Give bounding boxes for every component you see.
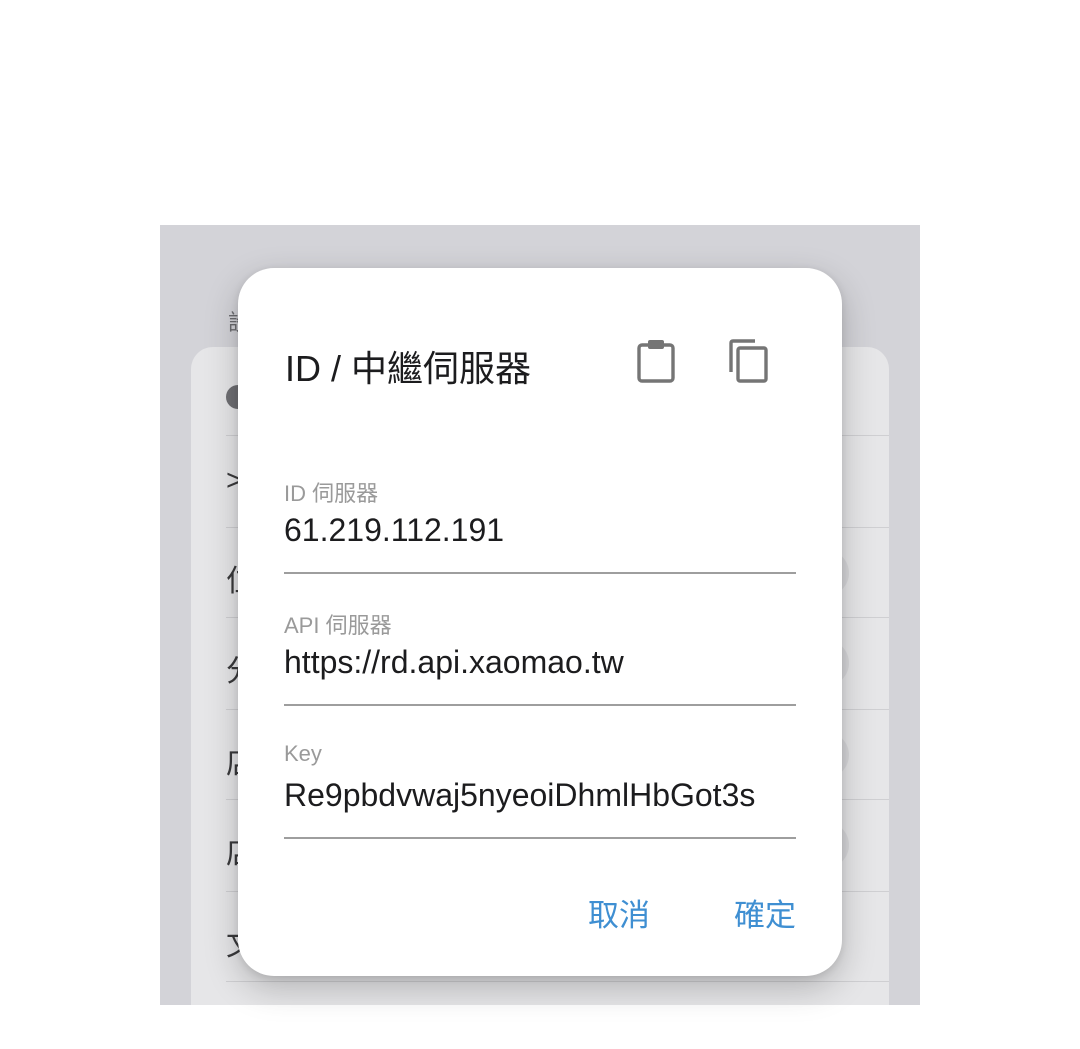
api-server-field: API 伺服器 bbox=[284, 608, 796, 706]
api-server-label: API 伺服器 bbox=[284, 613, 392, 638]
clipboard-icon bbox=[637, 340, 675, 383]
dialog-title: ID / 中繼伺服器 bbox=[285, 348, 532, 389]
key-label: Key bbox=[284, 741, 322, 766]
id-server-field: ID 伺服器 bbox=[284, 476, 796, 574]
paste-button[interactable] bbox=[635, 338, 679, 384]
copy-button[interactable] bbox=[727, 338, 771, 384]
id-server-input[interactable] bbox=[284, 512, 796, 549]
id-server-label: ID 伺服器 bbox=[284, 481, 379, 506]
key-input[interactable] bbox=[284, 777, 796, 814]
settings-row[interactable] bbox=[226, 981, 889, 1005]
api-server-input[interactable] bbox=[284, 644, 796, 681]
key-field: Key bbox=[284, 741, 796, 839]
server-settings-dialog: ID / 中繼伺服器 ID 伺服器 API 伺服器 Key 取消 確定 bbox=[238, 268, 842, 976]
copy-icon bbox=[729, 339, 768, 383]
confirm-button[interactable]: 確定 bbox=[734, 890, 796, 935]
cancel-button[interactable]: 取消 bbox=[588, 890, 650, 935]
